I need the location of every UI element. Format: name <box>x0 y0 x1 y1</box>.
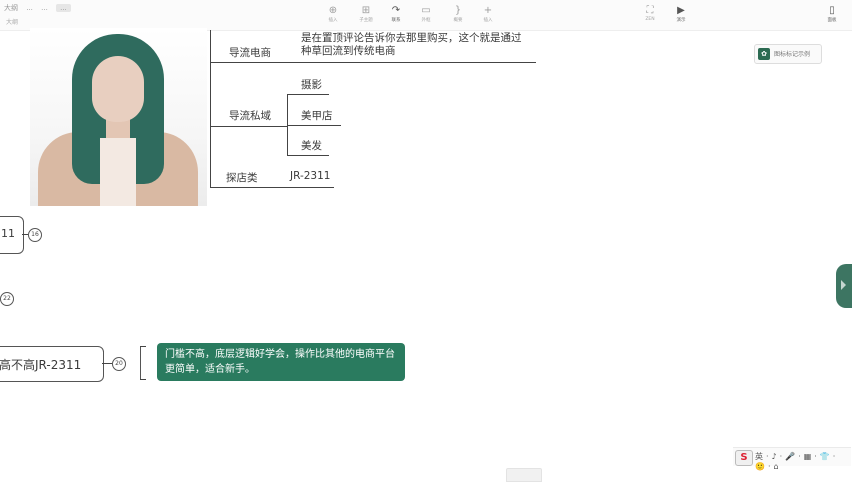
left-topic-3-label: 高不高JR-2311 <box>0 358 82 372</box>
note-bracket <box>140 346 141 380</box>
marker-icon: ✿ <box>758 48 770 60</box>
connect-icon: ↷ <box>391 5 401 16</box>
tool-label: 演示 <box>676 18 686 23</box>
summary-note[interactable]: 门槛不高，底层逻辑好学会，操作比其他的电商平台更简单，适合新手。 <box>157 343 405 381</box>
left-topic-1-label: 11 <box>1 227 15 240</box>
plus-icon: + <box>483 5 493 16</box>
zen-icon: ⛶ <box>646 5 654 16</box>
note-bracket-bottom <box>140 379 146 380</box>
panel-icon: ▯ <box>829 5 835 16</box>
ecommerce-note[interactable]: 是在置顶评论告诉你去那里购买，这个就是通过 种草回流到传统电商 <box>301 32 522 58</box>
crumb-3[interactable]: ... <box>56 4 71 12</box>
speaker-video <box>30 28 207 206</box>
private-item-photography[interactable]: 摄影 <box>301 77 322 92</box>
crumb-2[interactable]: ... <box>41 4 48 12</box>
subtopic-icon: ⊞ <box>361 5 371 16</box>
ecommerce-note-line1: 是在置顶评论告诉你去那里购买，这个就是通过 <box>301 32 522 44</box>
zen-button[interactable]: ⛶ ZEN <box>635 5 665 22</box>
ime-logo-icon[interactable]: S <box>735 450 753 466</box>
play-button[interactable]: ▶ 演示 <box>666 5 696 23</box>
connect-button[interactable]: ↷ 联系 <box>381 5 411 23</box>
collapse-count-3[interactable]: 20 <box>112 357 126 371</box>
side-panel-toggle[interactable] <box>836 264 852 308</box>
subtopic-button[interactable]: ⊞ 子主题 <box>351 5 381 23</box>
left-topic-node-1[interactable]: 11 <box>0 216 24 254</box>
insert-topic-icon: ⊕ <box>328 5 338 16</box>
plus-button[interactable]: + 插入 <box>473 5 503 23</box>
tool-label: 联系 <box>391 18 401 23</box>
speaker-shirt <box>100 138 136 206</box>
icon-marker-badge[interactable]: ✿ 图标标记示例 <box>754 44 822 64</box>
collapse-count-1[interactable]: 16 <box>28 228 42 242</box>
panel-button[interactable]: ▯ 面板 <box>817 5 847 23</box>
ime-toolbar[interactable]: S 英·♪·🎤·▦·👕·🙂·⌂ <box>733 447 851 471</box>
insert-topic-button[interactable]: ⊕ 插入 <box>318 5 348 23</box>
tool-label: 插入 <box>328 18 338 23</box>
tool-label: 子主题 <box>359 18 373 23</box>
private-item-hair-salon[interactable]: 美发 <box>301 138 322 153</box>
crumb-1[interactable]: ... <box>26 4 33 12</box>
tool-label: ZEN <box>645 17 655 22</box>
shop-underline <box>210 187 334 188</box>
frame-icon: ▭ <box>421 5 431 16</box>
breadcrumb: 大纲 ... ... ... <box>4 3 77 13</box>
private-item-nail-salon[interactable]: 美甲店 <box>301 108 333 123</box>
ecommerce-note-line2: 种草回流到传统电商 <box>301 45 396 57</box>
private-line-1 <box>287 94 329 95</box>
private-line-2 <box>287 125 341 126</box>
tool-label: 面板 <box>827 18 837 23</box>
left-connector-3 <box>102 363 112 364</box>
badge-label: 图标标记示例 <box>774 51 811 58</box>
tool-label: 外框 <box>421 18 431 23</box>
branch-ecommerce[interactable]: 导流电商 <box>229 45 271 60</box>
speaker-face <box>92 56 144 122</box>
top-toolbar: 大纲 ... ... ... 大纲 ⊕ 插入 ⊞ 子主题 ↷ 联系 ▭ 外框 }… <box>0 0 852 31</box>
trunk-line <box>210 30 211 187</box>
crumb-0[interactable]: 大纲 <box>4 4 18 12</box>
tool-label: 概要 <box>453 18 463 23</box>
summary-icon: } <box>454 5 462 16</box>
ecommerce-underline <box>210 62 536 63</box>
tool-label: 插入 <box>483 18 493 23</box>
document-title[interactable]: 大纲 <box>6 17 18 26</box>
branch-private[interactable]: 导流私域 <box>229 108 271 123</box>
note-bracket-top <box>140 346 146 347</box>
shop-visit-value[interactable]: JR-2311 <box>290 170 330 182</box>
left-topic-node-3[interactable]: 高不高JR-2311 <box>0 346 104 382</box>
frame-button[interactable]: ▭ 外框 <box>411 5 441 23</box>
play-icon: ▶ <box>677 5 685 16</box>
summary-button[interactable]: } 概要 <box>443 5 473 23</box>
private-line-3 <box>287 155 329 156</box>
branch-shop-visit[interactable]: 探店类 <box>226 170 258 185</box>
private-connector <box>210 126 287 127</box>
ime-items[interactable]: 英·♪·🎤·▦·👕·🙂·⌂ <box>755 451 851 471</box>
collapse-count-2[interactable]: 22 <box>0 292 14 306</box>
